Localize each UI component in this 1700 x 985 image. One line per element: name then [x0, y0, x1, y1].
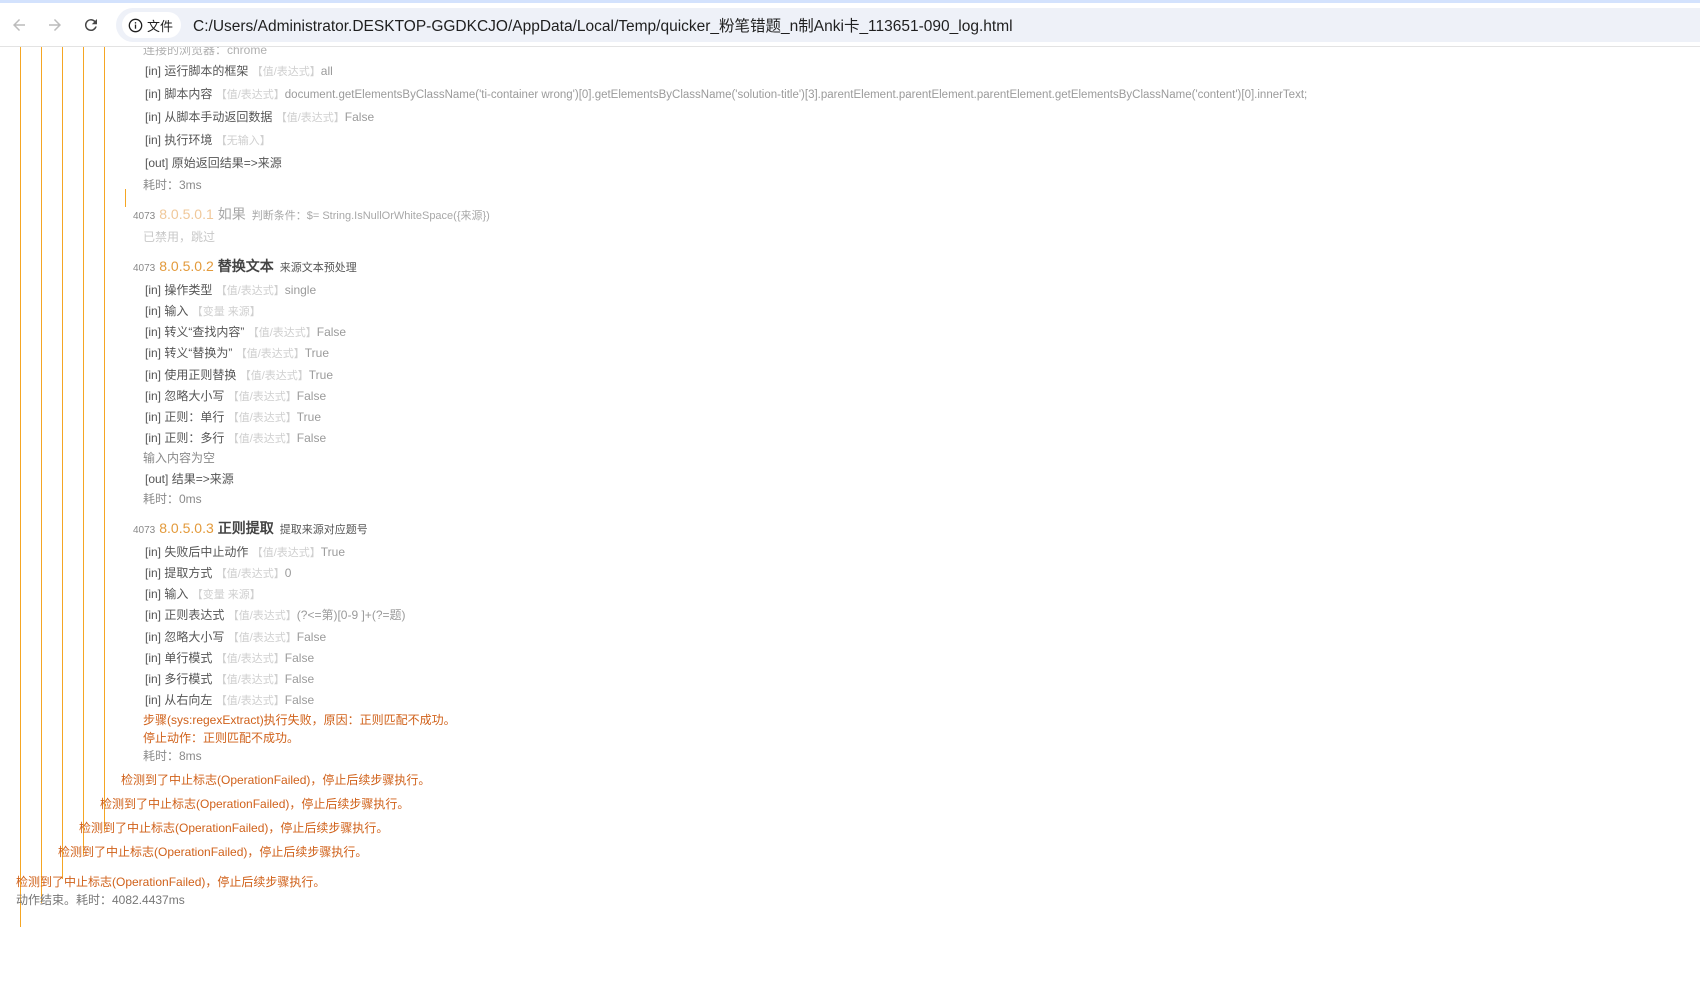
security-chip-label: 文件 [147, 19, 174, 35]
log-param-line: [in] 操作类型 【值/表达式】single [145, 283, 317, 297]
log-param-line: [in] 正则：多行 【值/表达式】False [145, 431, 327, 445]
log-param-line: [in] 忽略大小写 【值/表达式】False [145, 389, 327, 403]
abort-message: 检测到了中止标志(OperationFailed)，停止后续步骤执行。 [58, 845, 368, 859]
abort-message: 检测到了中止标志(OperationFailed)，停止后续步骤执行。 [100, 797, 410, 811]
nest-line [20, 47, 21, 927]
reload-button[interactable] [76, 10, 106, 40]
log-param-line: [in] 转义“查找内容” 【值/表达式】False [145, 325, 347, 339]
step-header-if: 4073 8.0.5.0.1 如果 判断条件：$= String.IsNullOrWh… [133, 206, 490, 222]
step-header-replace: 4073 8.0.5.0.2 替换文本 来源文本预处理 [133, 258, 357, 274]
log-param-line: [in] 脚本内容 【值/表达式】document.getElementsByC… [145, 87, 1308, 101]
log-param-line: [in] 多行模式 【值/表达式】False [145, 672, 315, 686]
log-param-line: [in] 从右向左 【值/表达式】False [145, 693, 315, 707]
log-param-line: [in] 忽略大小写 【值/表达式】False [145, 630, 327, 644]
action-result: 动作结束。耗时：4082.4437ms [16, 893, 185, 907]
log-out-line: [out] 结果=>来源 [145, 472, 234, 486]
url-text[interactable]: C:/Users/Administrator.DESKTOP-GGDKCJO/A… [193, 14, 1013, 36]
forward-button[interactable] [40, 10, 70, 40]
elapsed-time: 耗时：0ms [143, 492, 202, 506]
log-note: 输入内容为空 [143, 451, 216, 465]
nest-line [125, 189, 126, 207]
log-param-line: [in] 提取方式 【值/表达式】0 [145, 566, 292, 580]
back-button[interactable] [4, 10, 34, 40]
log-param-line: [in] 转义“替换为” 【值/表达式】True [145, 346, 329, 360]
arrow-left-icon [13, 19, 25, 31]
step-disabled-status: 已禁用，跳过 [143, 230, 216, 244]
step-header-regex: 4073 8.0.5.0.3 正则提取 提取来源对应题号 [133, 520, 368, 536]
log-param-line: [in] 正则表达式 【值/表达式】(?<=第)[0-9 ]+(?=题) [145, 608, 406, 622]
log-param-line: [in] 正则：单行 【值/表达式】True [145, 410, 322, 424]
elapsed-time: 耗时：8ms [143, 749, 202, 763]
error-message: 步骤(sys:regexExtract)执行失败，原因：正则匹配不成功。 [143, 713, 456, 727]
reload-icon [84, 19, 97, 32]
browser-toolbar: 文件 C:/Users/Administrator.DESKTOP-GGDKCJ… [0, 3, 1700, 47]
log-param-line: [in] 使用正则替换 【值/表达式】True [145, 368, 334, 382]
abort-message: 检测到了中止标志(OperationFailed)，停止后续步骤执行。 [79, 821, 389, 835]
log-param-line: [in] 执行环境 【无输入】 [145, 133, 271, 147]
nest-line [104, 47, 105, 831]
arrow-right-icon [49, 19, 61, 31]
log-param-line: [in] 单行模式 【值/表达式】False [145, 651, 315, 665]
abort-message: 检测到了中止标志(OperationFailed)，停止后续步骤执行。 [121, 773, 431, 787]
log-out-line: [out] 原始返回结果=>来源 [145, 156, 282, 170]
log-param-line: [in] 失败后中止动作 【值/表达式】True [145, 545, 346, 559]
log-param-line: [in] 输入 【变量 来源】 [145, 304, 261, 318]
error-message: 停止动作：正则匹配不成功。 [143, 731, 300, 745]
nest-line [83, 47, 84, 855]
connected-browser-line: 连接的浏览器：chrome [143, 47, 268, 57]
log-param-line: [in] 运行脚本的框架 【值/表达式】all [145, 64, 333, 78]
log-param-line: [in] 输入 【变量 来源】 [145, 587, 261, 601]
nest-line [41, 47, 42, 903]
info-icon [128, 18, 143, 32]
log-param-line: [in] 从脚本手动返回数据 【值/表达式】False [145, 110, 375, 124]
nest-line [62, 47, 63, 879]
log-content: 连接的浏览器：chrome [in] 运行脚本的框架 【值/表达式】all [i… [0, 47, 1700, 985]
address-bar[interactable]: 文件 C:/Users/Administrator.DESKTOP-GGDKCJ… [116, 8, 1700, 42]
site-info-chip[interactable]: 文件 [122, 12, 182, 38]
abort-message: 检测到了中止标志(OperationFailed)，停止后续步骤执行。 [16, 875, 326, 889]
elapsed-time: 耗时：3ms [143, 178, 202, 192]
